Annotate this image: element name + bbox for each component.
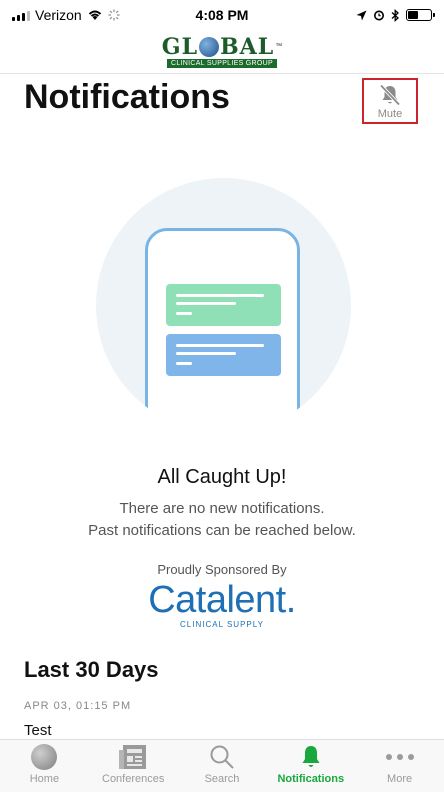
section-title-last-30-days: Last 30 Days [24,657,159,682]
carrier-name: Verizon [35,7,82,23]
bluetooth-icon [391,8,399,22]
empty-state-title: All Caught Up! [157,466,287,488]
more-icon [385,754,414,760]
activity-spinner-icon [108,9,120,21]
phone-illustration [145,228,300,433]
logo-subtitle: CLINICAL SUPPLIES GROUP [167,58,277,68]
sponsor-subtitle: CLINICAL SUPPLY [180,620,264,629]
search-icon [210,745,234,769]
bell-slash-icon [379,83,401,106]
empty-state-message: There are no new notifications. Past not… [0,498,444,542]
tab-home[interactable]: Home [0,740,89,792]
logo-text-left: GL [161,33,199,60]
illustration-card-green [166,284,281,326]
tab-label: Search [204,773,240,785]
bell-icon [302,746,320,767]
empty-state-line-2: Past notifications can be reached below. [88,522,356,539]
globe-icon [199,36,220,57]
page-title: Notifications [24,78,230,116]
tab-label: Home [29,773,60,785]
tab-notifications[interactable]: Notifications [266,740,355,792]
sponsor-logo[interactable]: Catalent. CLINICAL SUPPLY [0,580,444,629]
tab-bar: Home Conferences Search Notifications Mo… [0,739,444,792]
illustration-card-blue [166,334,281,376]
tab-label: Conferences [102,773,165,785]
tab-more[interactable]: More [355,740,444,792]
tab-conferences[interactable]: Conferences [89,740,178,792]
empty-state-line-1: There are no new notifications. [119,500,325,517]
signal-icon [12,10,30,21]
location-arrow-icon [356,10,367,20]
sponsor-label: Proudly Sponsored By [157,562,287,577]
status-bar: Verizon 4:08 PM [0,0,444,30]
status-left: Verizon [12,7,120,23]
wifi-icon [88,10,101,20]
alarm-icon [374,10,384,21]
battery-icon [406,9,435,21]
mute-label: Mute [377,107,403,120]
notification-item[interactable]: Test [24,722,52,739]
globe-icon [31,744,58,770]
notification-date: APR 03, 01:15 PM [24,700,132,712]
app-header: GL BAL ™ CLINICAL SUPPLIES GROUP [0,30,444,74]
global-logo: GL BAL ™ CLINICAL SUPPLIES GROUP [162,36,282,68]
tab-search[interactable]: Search [178,740,267,792]
status-right [356,8,435,22]
tab-label: More [387,773,413,785]
logo-text-right: BAL [220,33,275,60]
newspaper-icon [119,745,147,769]
logo-trademark: ™ [275,43,283,50]
mute-button[interactable]: Mute [362,78,418,124]
sponsor-name: Catalent [148,579,286,621]
empty-state-illustration [96,178,351,433]
tab-label: Notifications [277,773,345,785]
